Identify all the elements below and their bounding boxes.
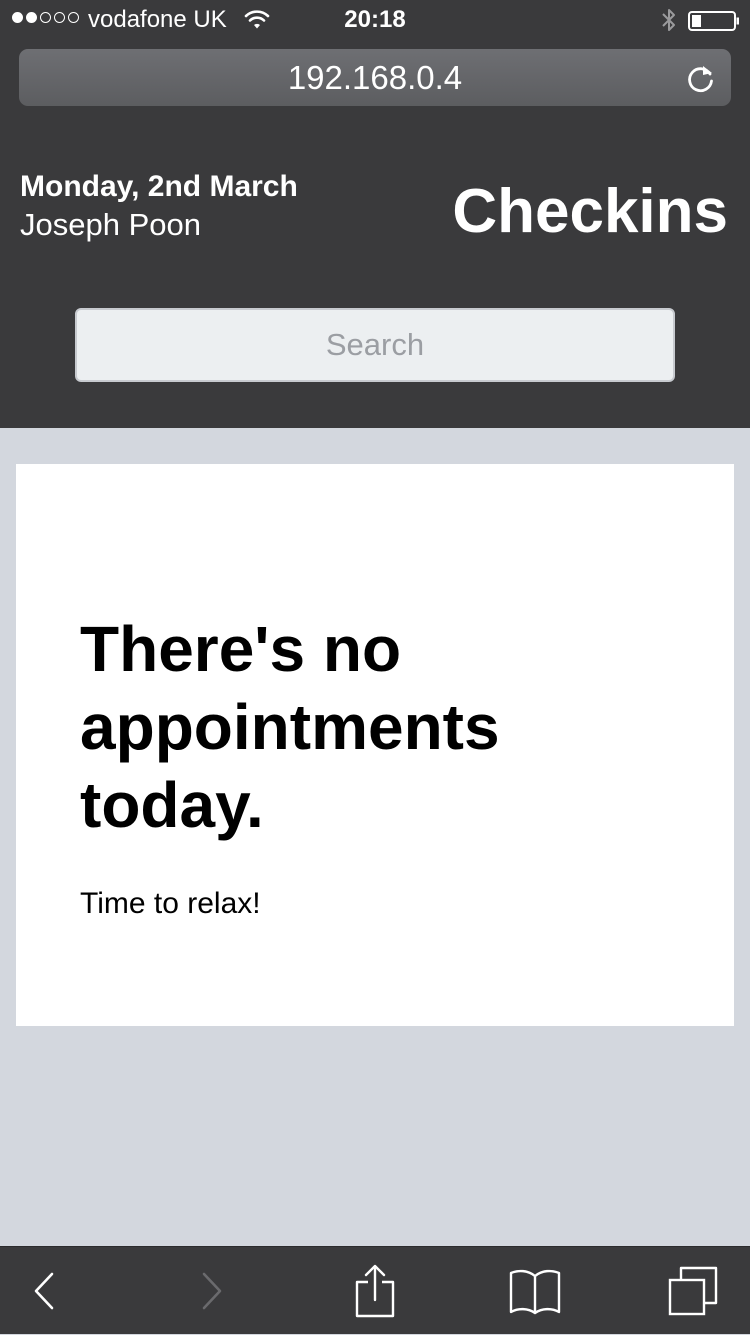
user-name: Joseph Poon (20, 207, 201, 242)
empty-state-heading: There's no appointments today. (80, 613, 500, 841)
forward-icon (198, 1271, 224, 1311)
app-header-area: vodafone UK 20:18 192.168.0.4 Monday, 2n… (0, 0, 750, 428)
battery-icon (688, 10, 740, 31)
address-bar-url[interactable]: 192.168.0.4 (19, 49, 731, 106)
current-date: Monday, 2nd March (20, 170, 298, 203)
share-icon (354, 1264, 396, 1318)
back-icon (32, 1271, 58, 1311)
back-button[interactable] (0, 1247, 90, 1335)
share-button[interactable] (330, 1247, 420, 1335)
address-bar[interactable]: 192.168.0.4 (19, 49, 731, 106)
browser-toolbar (0, 1246, 750, 1334)
empty-state-card: There's no appointments today. Time to r… (16, 464, 734, 1026)
bluetooth-icon (660, 6, 678, 34)
status-bar: vodafone UK 20:18 (0, 0, 750, 40)
search-input[interactable] (75, 308, 675, 382)
reload-icon[interactable] (684, 61, 718, 95)
page-title: Checkins (452, 177, 728, 246)
status-time: 20:18 (344, 6, 406, 33)
empty-state-subtext: Time to relax! (80, 887, 261, 920)
bookmarks-icon (508, 1267, 562, 1315)
forward-button[interactable] (166, 1247, 256, 1335)
tabs-button[interactable] (648, 1247, 738, 1335)
tabs-icon (667, 1265, 719, 1317)
bookmarks-button[interactable] (490, 1247, 580, 1335)
